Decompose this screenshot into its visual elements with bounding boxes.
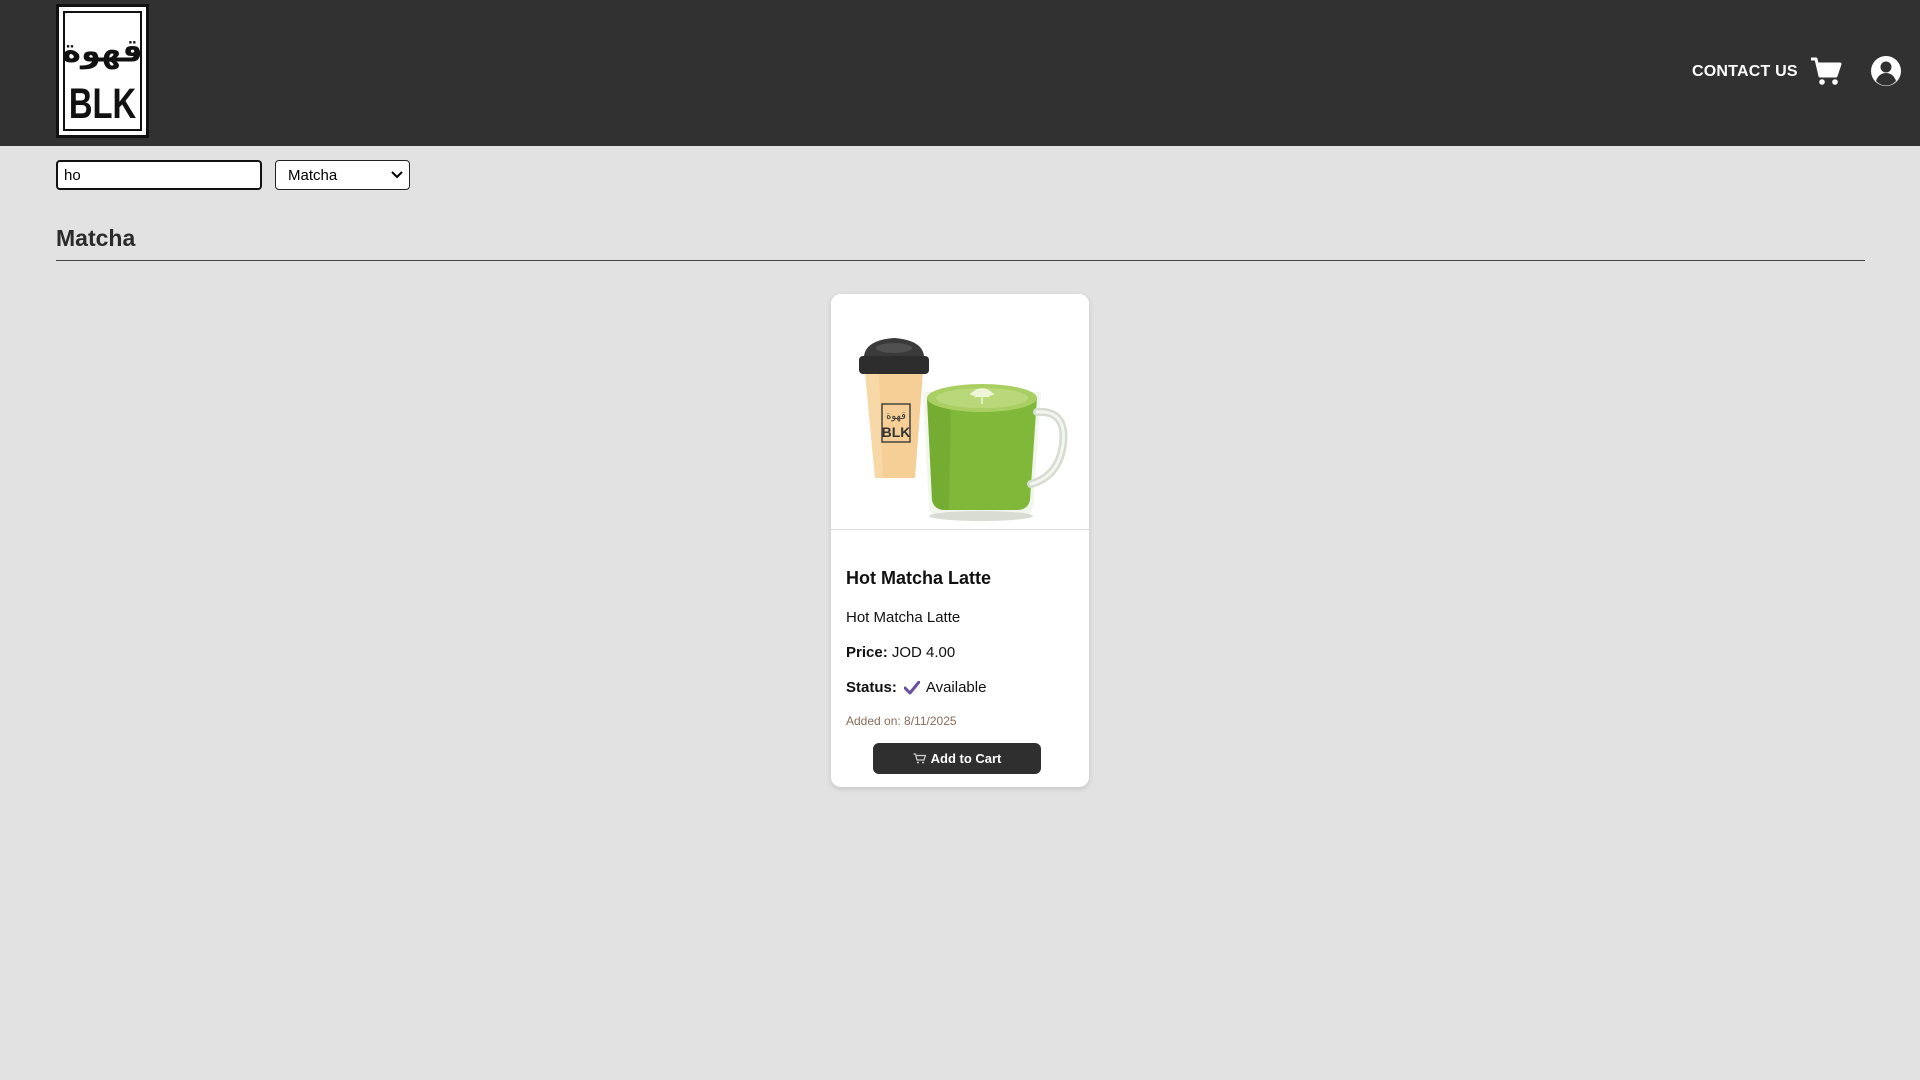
matcha-latte-image: قهوة BLK [831,294,1089,529]
product-image: قهوة BLK [831,294,1089,530]
site-header: قهوة BLK CONTACT US [0,0,1920,146]
product-description: Hot Matcha Latte [846,609,961,626]
category-select-value: Matcha [288,166,338,184]
product-card: قهوة BLK Hot Matcha Latte Hot Matcha Lat… [831,294,1089,787]
section-title: Matcha [56,225,136,251]
svg-text:قهوة: قهوة [886,411,906,422]
price-label: Price: [846,644,888,661]
add-to-cart-button[interactable]: Add to Cart [873,743,1041,774]
search-input[interactable] [56,160,262,190]
product-status: Status: Available [846,679,986,696]
shopping-cart-icon[interactable] [1810,56,1842,86]
svg-text:BLK: BLK [69,80,136,128]
logo-frame: قهوة BLK [63,11,142,131]
cart-icon [913,753,926,764]
chevron-down-icon [391,171,403,179]
logo-mark: قهوة BLK [65,33,140,128]
product-name: Hot Matcha Latte [846,568,992,588]
svg-text:BLK: BLK [882,424,911,440]
user-account-icon[interactable] [1870,55,1902,87]
brand-logo[interactable]: قهوة BLK [56,4,149,138]
check-icon [903,680,920,694]
price-value: JOD 4.00 [891,644,956,661]
svg-text:قهوة: قهوة [65,33,140,70]
section-divider [56,260,1865,261]
status-label: Status: [846,679,897,696]
add-to-cart-label: Add to Cart [930,751,1002,766]
status-value: Available [925,679,987,696]
contact-us-link[interactable]: CONTACT US [1692,63,1798,81]
product-price: Price: JOD 4.00 [846,644,955,661]
category-select[interactable]: Matcha [275,160,410,190]
added-on-date: Added on: 8/11/2025 [846,714,957,728]
